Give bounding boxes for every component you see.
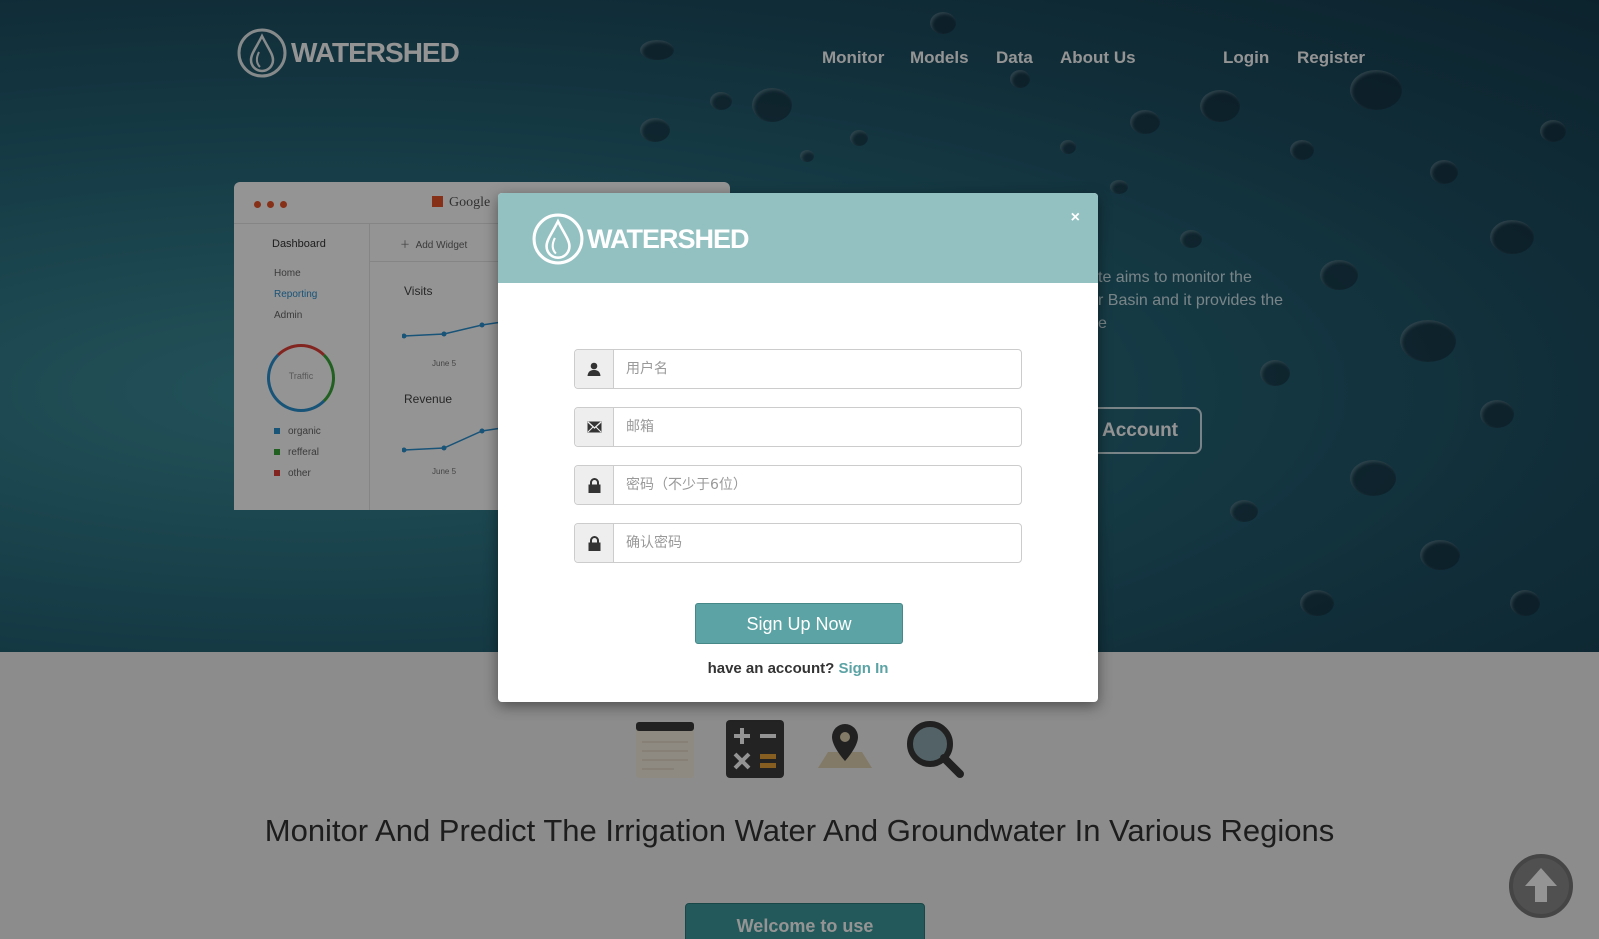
modal-header: WATERSHED × — [498, 193, 1098, 283]
sign-in-link[interactable]: Sign In — [838, 660, 888, 677]
sign-in-prompt: have an account? Sign In — [498, 660, 1098, 677]
lock-icon — [575, 466, 614, 504]
confirm-password-field — [574, 523, 1022, 563]
close-button[interactable]: × — [1071, 209, 1080, 227]
register-modal: WATERSHED × Sign Up Now have an account?… — [498, 193, 1098, 702]
sign-up-now-button[interactable]: Sign Up Now — [695, 603, 903, 644]
email-input[interactable] — [614, 408, 1021, 446]
envelope-icon — [575, 408, 614, 446]
password-input[interactable] — [614, 466, 1021, 504]
password-field — [574, 465, 1022, 505]
username-field — [574, 349, 1022, 389]
confirm-password-input[interactable] — [614, 524, 1021, 562]
lock-icon — [575, 524, 614, 562]
have-account-text: have an account? — [707, 660, 835, 677]
username-input[interactable] — [614, 350, 1021, 388]
water-drop-icon — [532, 213, 584, 265]
modal-brand-logo: WATERSHED — [532, 213, 750, 265]
user-icon — [575, 350, 614, 388]
modal-brand-name: WATERSHED — [587, 223, 750, 254]
email-field — [574, 407, 1022, 447]
